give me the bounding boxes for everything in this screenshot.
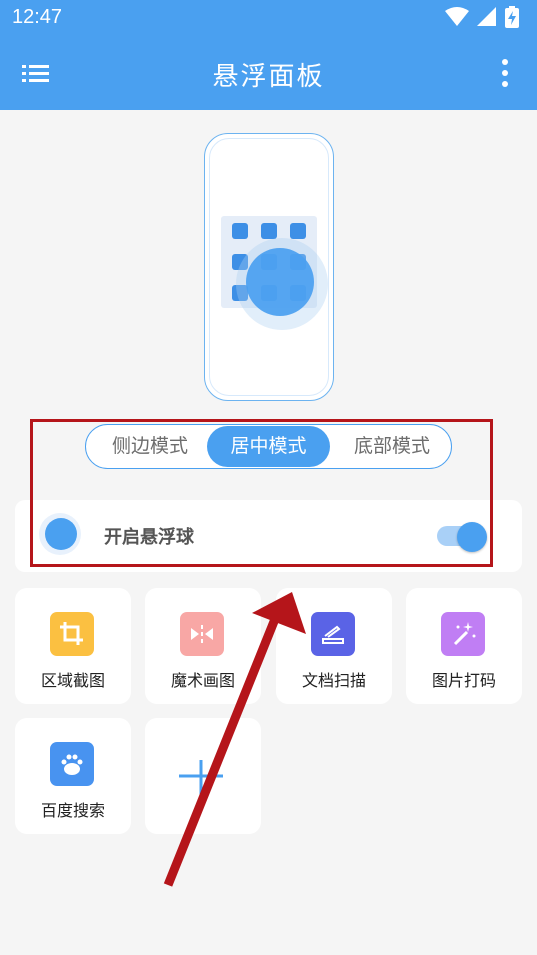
tool-tile-baidu-search[interactable]: 百度搜索 [15,718,131,834]
scanner-icon [311,612,355,656]
annotation-highlight-box [30,419,493,567]
tool-label: 百度搜索 [40,801,105,820]
add-tool-tile[interactable] [145,718,261,834]
tool-tile-image-mosaic[interactable]: 图片打码 [406,588,522,704]
float-ball-preview [246,248,314,316]
tool-label: 区域截图 [40,671,105,690]
battery-icon [505,6,519,28]
tool-tile-document-scan[interactable]: 文档扫描 [276,588,392,704]
status-bar: 12:47 [0,0,537,36]
app-bar: 悬浮面板 [0,36,537,110]
more-options-icon[interactable] [501,58,509,88]
app-grid-cell [232,223,248,239]
tool-tile-region-screenshot[interactable]: 区域截图 [15,588,131,704]
page-title: 悬浮面板 [212,62,325,92]
baidu-paw-icon [50,742,94,786]
plus-icon [179,760,223,804]
wifi-icon [445,7,469,26]
tool-label: 图片打码 [431,671,496,690]
tool-label: 魔术画图 [170,671,235,690]
app-grid-cell [290,223,306,239]
tool-label: 文档扫描 [301,671,366,690]
signal-icon [477,7,496,26]
status-time: 12:47 [12,6,63,28]
tool-tile-magic-draw[interactable]: 魔术画图 [145,588,261,704]
magic-draw-icon [180,612,224,656]
status-icons [445,6,519,28]
app-grid-cell [261,223,277,239]
magic-wand-icon [441,612,485,656]
crop-icon [50,612,94,656]
